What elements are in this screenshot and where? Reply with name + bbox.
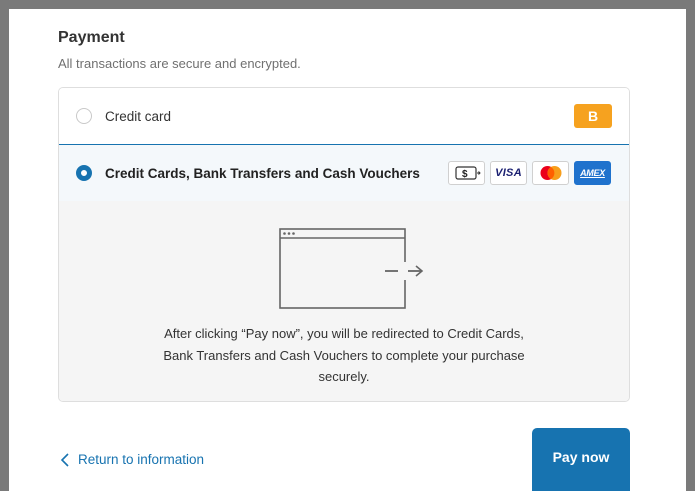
cash-voucher-icon: $ (448, 161, 485, 185)
return-to-information-link[interactable]: Return to information (60, 452, 204, 467)
svg-text:$: $ (462, 169, 468, 180)
redirect-message: After clicking “Pay now”, you will be re… (163, 326, 525, 384)
radio-vouchers-selected[interactable] (76, 165, 92, 181)
redirect-details: After clicking “Pay now”, you will be re… (59, 201, 629, 401)
payment-subtitle: All transactions are secure and encrypte… (58, 56, 301, 71)
mastercard-icon (532, 161, 569, 185)
chevron-left-icon (60, 452, 69, 467)
payment-option-label: Credit Cards, Bank Transfers and Cash Vo… (105, 166, 420, 181)
payment-methods: Credit card B Credit Cards, Bank Transfe… (58, 87, 630, 402)
browser-redirect-icon (279, 228, 424, 309)
amex-icon: AMEX (574, 161, 611, 185)
return-label: Return to information (78, 452, 205, 467)
pay-now-button[interactable]: Pay now (532, 428, 630, 491)
checkout-panel: Payment All transactions are secure and … (9, 9, 686, 491)
radio-credit-card[interactable] (76, 108, 92, 124)
payment-option-credit-card[interactable]: Credit card B (59, 88, 629, 145)
payment-option-label: Credit card (105, 109, 172, 124)
visa-icon: VISA (490, 161, 527, 185)
b-logo-icon: B (574, 104, 612, 128)
card-logos: $ VISA AMEX (448, 161, 611, 185)
payment-title: Payment (58, 29, 125, 46)
payment-option-vouchers[interactable]: Credit Cards, Bank Transfers and Cash Vo… (59, 144, 629, 202)
